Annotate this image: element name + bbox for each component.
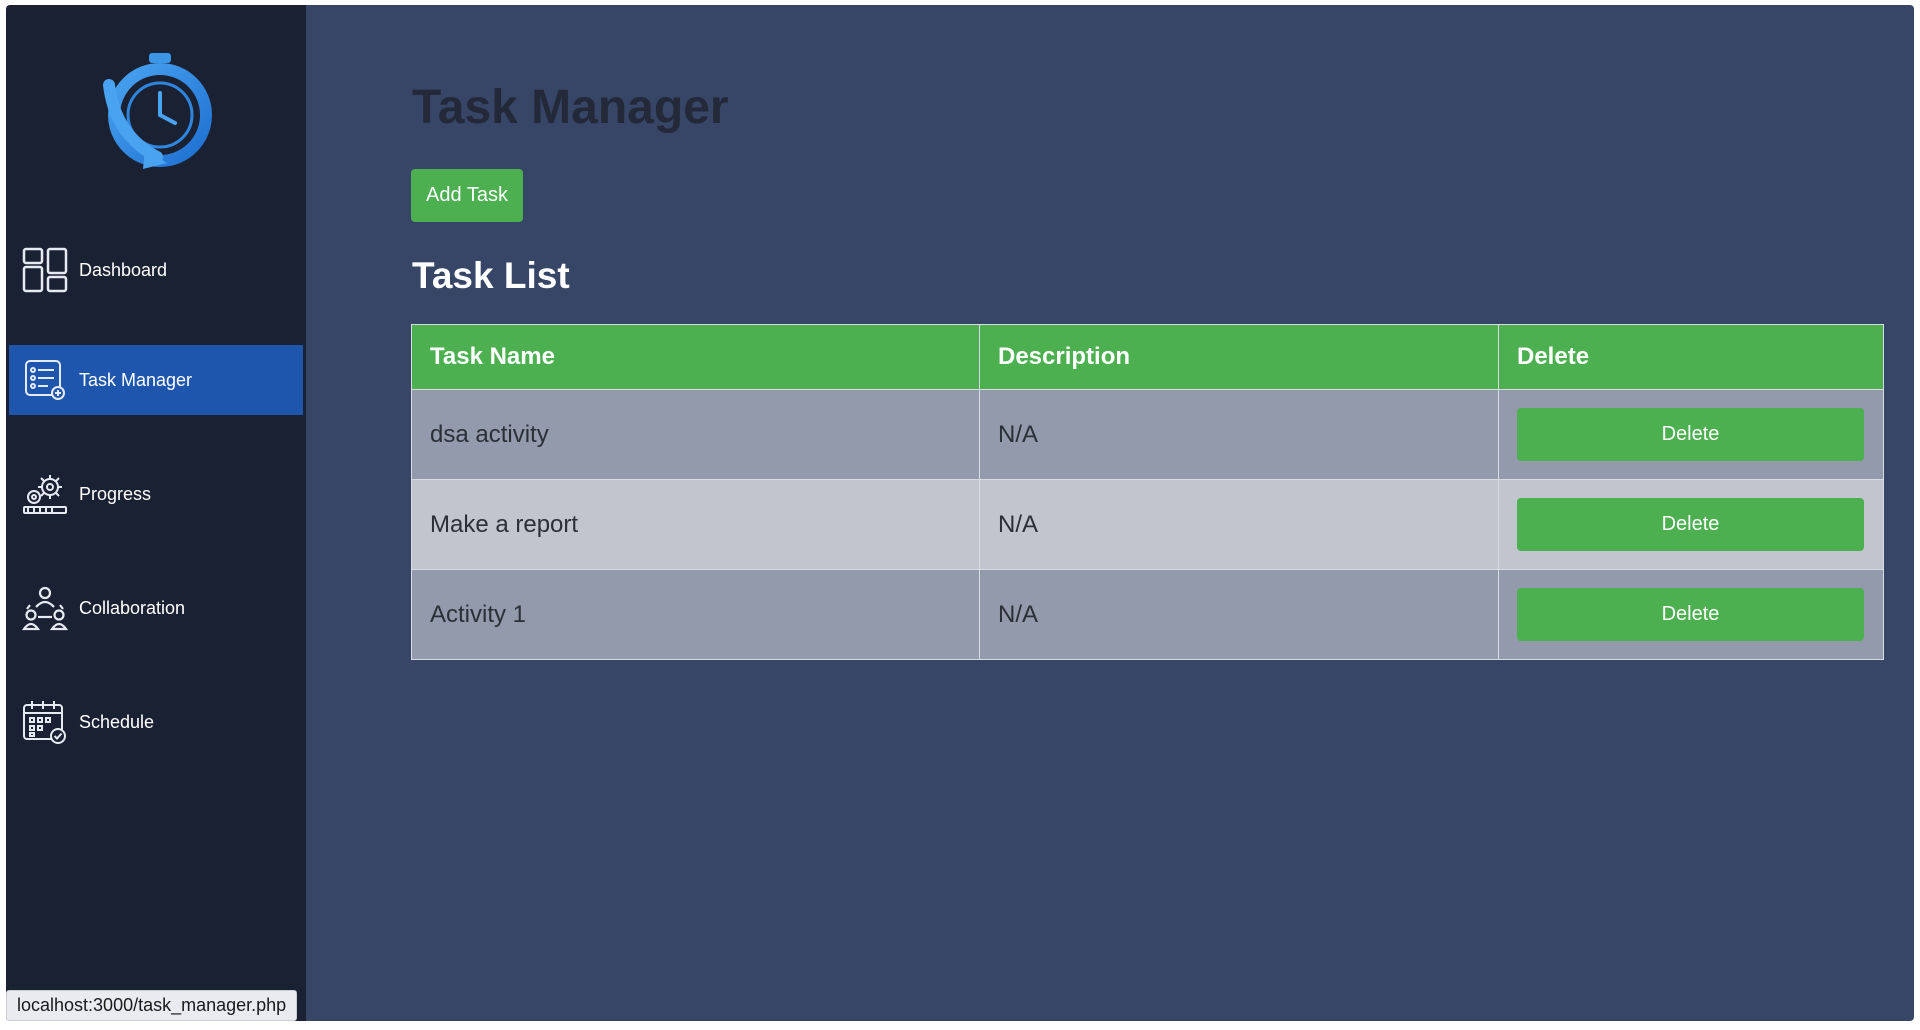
- task-table: Task Name Description Delete dsa activit…: [411, 324, 1884, 660]
- task-delete-cell: Delete: [1498, 479, 1884, 570]
- calendar-check-icon: [21, 698, 69, 746]
- sidebar-item-label: Progress: [79, 483, 152, 504]
- team-users-icon: [21, 584, 69, 632]
- task-list-icon: [21, 356, 69, 404]
- column-header-task-name: Task Name: [411, 324, 980, 390]
- dashboard-grid-icon: [21, 246, 69, 294]
- stopwatch-logo-icon[interactable]: [95, 45, 225, 175]
- table-row: dsa activity N/A Delete: [411, 389, 1884, 480]
- sidebar-item-dashboard[interactable]: Dashboard: [9, 235, 303, 305]
- task-name-cell: Make a report: [411, 479, 980, 570]
- delete-button[interactable]: Delete: [1517, 498, 1864, 551]
- add-task-button[interactable]: Add Task: [411, 169, 523, 222]
- sidebar-item-progress[interactable]: Progress: [9, 459, 303, 529]
- task-name-cell: Activity 1: [411, 569, 980, 660]
- delete-button[interactable]: Delete: [1517, 588, 1864, 641]
- column-header-delete: Delete: [1498, 324, 1884, 390]
- main-content: Task Manager Add Task Task List Task Nam…: [306, 5, 1914, 1021]
- sidebar-item-label: Task Manager: [79, 369, 193, 390]
- table-row: Make a report N/A Delete: [411, 479, 1884, 570]
- table-row: Activity 1 N/A Delete: [411, 569, 1884, 660]
- task-description-cell: N/A: [979, 479, 1499, 570]
- sidebar-item-label: Dashboard: [79, 259, 168, 280]
- status-bar-url: localhost:3000/task_manager.php: [6, 990, 298, 1021]
- column-header-description: Description: [979, 324, 1499, 390]
- task-description-cell: N/A: [979, 389, 1499, 480]
- app-window: Dashboard Task Manager Progress Collabor…: [6, 5, 1914, 1021]
- sidebar-item-collaboration[interactable]: Collaboration: [9, 573, 303, 643]
- sidebar-item-schedule[interactable]: Schedule: [9, 687, 303, 757]
- page-title: Task Manager: [412, 81, 729, 134]
- sidebar-item-label: Collaboration: [79, 597, 186, 618]
- task-list-heading: Task List: [412, 255, 570, 296]
- table-header-row: Task Name Description Delete: [411, 324, 1884, 390]
- delete-button[interactable]: Delete: [1517, 408, 1864, 461]
- task-delete-cell: Delete: [1498, 389, 1884, 480]
- sidebar: Dashboard Task Manager Progress Collabor…: [6, 5, 306, 1021]
- sidebar-item-label: Schedule: [79, 711, 155, 732]
- gears-progress-icon: [21, 470, 69, 518]
- task-description-cell: N/A: [979, 569, 1499, 660]
- task-delete-cell: Delete: [1498, 569, 1884, 660]
- sidebar-item-task-manager[interactable]: Task Manager: [9, 345, 303, 415]
- task-name-cell: dsa activity: [411, 389, 980, 480]
